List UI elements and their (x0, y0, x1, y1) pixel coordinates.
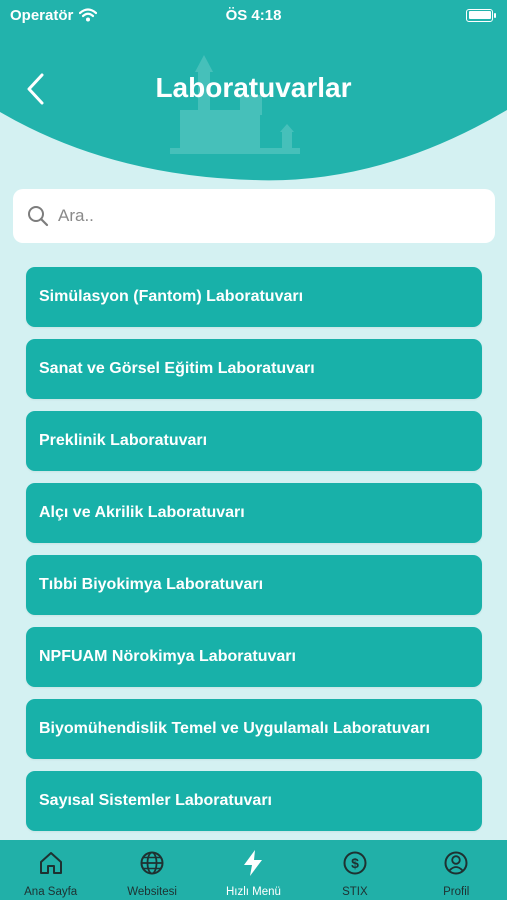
search-input[interactable] (58, 206, 478, 226)
tab-websitesi[interactable]: Websitesi (102, 840, 203, 898)
svg-text:$: $ (351, 855, 359, 871)
tab-label: Ana Sayfa (24, 886, 78, 898)
tab-label: STIX (342, 886, 368, 898)
status-bar: Operatör ÖS 4:18 (0, 0, 507, 30)
tab-label: Websitesi (127, 886, 177, 898)
tab-ana-sayfa[interactable]: Ana Sayfa (0, 840, 101, 898)
carrier-label: Operatör (10, 6, 74, 24)
page-title: Laboratuvarlar (155, 72, 352, 103)
lab-item-alci-akrilik[interactable]: Alçı ve Akrilik Laboratuvarı (26, 483, 482, 543)
tab-hizli-menu[interactable]: Hızlı Menü (203, 840, 304, 898)
tab-profil[interactable]: Profil (406, 840, 507, 898)
lab-item-preklinik[interactable]: Preklinik Laboratuvarı (26, 411, 482, 471)
lab-item-npfuam[interactable]: NPFUAM Nörokimya Laboratuvarı (26, 627, 482, 687)
lab-list: Simülasyon (Fantom) Laboratuvarı Sanat v… (26, 267, 482, 843)
tab-label: Profil (443, 886, 470, 898)
profile-icon (442, 849, 470, 877)
lab-item-simulasyon[interactable]: Simülasyon (Fantom) Laboratuvarı (26, 267, 482, 327)
lab-item-tibbi-biyokimya[interactable]: Tıbbi Biyokimya Laboratuvarı (26, 555, 482, 615)
tab-stix[interactable]: $ STIX (304, 840, 405, 898)
wifi-icon (79, 8, 98, 22)
globe-icon (138, 849, 166, 877)
search-icon (28, 206, 49, 227)
battery-icon (466, 8, 496, 22)
home-icon (37, 849, 65, 877)
tab-label: Hızlı Menü (225, 886, 281, 898)
lab-item-sayisal-sistemler[interactable]: Sayısal Sistemler Laboratuvarı (26, 771, 482, 831)
lab-item-biyomuhendislik[interactable]: Biyomühendislik Temel ve Uygulamalı Labo… (26, 699, 482, 759)
tab-bar: Ana Sayfa Websitesi Hızlı Menü $ STIX Pr… (0, 840, 507, 900)
lightning-icon (239, 849, 267, 877)
search-bar[interactable] (13, 189, 495, 243)
lab-item-sanat[interactable]: Sanat ve Görsel Eğitim Laboratuvarı (26, 339, 482, 399)
dollar-icon: $ (341, 849, 369, 877)
status-left: Operatör (10, 6, 98, 24)
